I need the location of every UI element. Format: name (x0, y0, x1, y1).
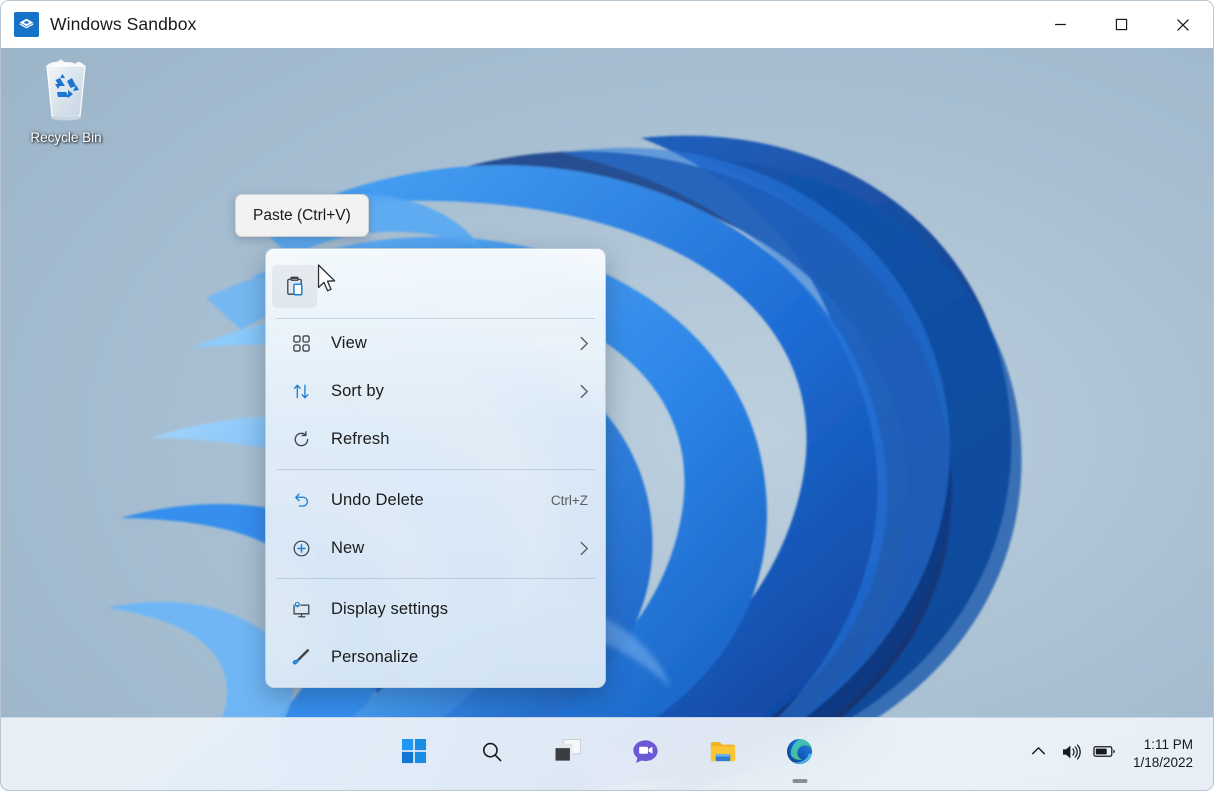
context-menu-item-label: Display settings (331, 600, 448, 619)
clock-time: 1:11 PM (1144, 736, 1193, 754)
wallpaper (1, 48, 1213, 790)
taskbar-start-button[interactable] (393, 732, 437, 776)
windows-sandbox-window: Windows Sandbox (0, 0, 1214, 791)
context-menu-item-new[interactable]: New (266, 524, 605, 572)
context-menu-item-view[interactable]: View (266, 319, 605, 367)
brush-icon (287, 644, 315, 670)
chat-icon (632, 739, 659, 769)
desktop-icon-recycle-bin[interactable]: Recycle Bin (21, 54, 111, 145)
sort-icon (287, 378, 315, 404)
task-view-icon (555, 739, 582, 769)
minimize-button[interactable] (1030, 1, 1091, 48)
tooltip-text: Paste (Ctrl+V) (253, 207, 351, 225)
undo-icon (287, 487, 315, 513)
taskbar-search-button[interactable] (470, 732, 514, 776)
close-button[interactable] (1152, 1, 1213, 48)
battery-button[interactable] (1088, 731, 1121, 777)
context-menu-item-label: Undo Delete (331, 491, 424, 510)
context-menu-separator-1 (276, 469, 595, 470)
taskbar-file-explorer-button[interactable] (701, 732, 745, 776)
context-menu-item-label: View (331, 334, 367, 353)
volume-button[interactable] (1055, 731, 1088, 777)
context-menu-item-label: Sort by (331, 382, 384, 401)
recycle-bin-icon (35, 54, 97, 126)
system-tray: 1:11 PM 1/18/2022 (1022, 718, 1213, 790)
context-menu-item-accelerator: Ctrl+Z (551, 493, 592, 508)
context-menu-item-display-settings[interactable]: Display settings (266, 585, 605, 633)
chevron-up-icon (1031, 744, 1046, 764)
window-title: Windows Sandbox (50, 14, 196, 35)
grid-icon (287, 330, 315, 356)
chevron-right-icon (579, 541, 592, 556)
desktop-icon-label: Recycle Bin (30, 130, 101, 145)
taskbar: 1:11 PM 1/18/2022 (1, 717, 1213, 790)
context-menu-item-label: New (331, 539, 364, 558)
taskbar-task-view-button[interactable] (547, 732, 591, 776)
context-menu-item-personalize[interactable]: Personalize (266, 633, 605, 681)
taskbar-clock[interactable]: 1:11 PM 1/18/2022 (1121, 730, 1199, 778)
refresh-icon (287, 426, 315, 452)
window-frame: Windows Sandbox (0, 0, 1214, 791)
paste-tooltip: Paste (Ctrl+V) (235, 194, 369, 237)
taskbar-edge-button[interactable] (778, 732, 822, 776)
plus-icon (287, 535, 315, 561)
window-controls (1030, 1, 1213, 48)
display-icon (287, 596, 315, 622)
paste-button[interactable] (272, 265, 317, 308)
desktop-context-menu[interactable]: View Sort by (265, 248, 606, 688)
chevron-right-icon (579, 384, 592, 399)
titlebar-left: Windows Sandbox (1, 12, 196, 37)
sandbox-icon (14, 12, 39, 37)
context-menu-separator-2 (276, 578, 595, 579)
search-icon (480, 740, 504, 769)
edge-running-indicator (792, 779, 807, 783)
context-menu-item-refresh[interactable]: Refresh (266, 415, 605, 463)
context-menu-item-label: Refresh (331, 430, 389, 449)
clock-date: 1/18/2022 (1133, 754, 1193, 772)
context-menu-item-sort-by[interactable]: Sort by (266, 367, 605, 415)
chevron-right-icon (579, 336, 592, 351)
windows-logo-icon (402, 739, 427, 769)
taskbar-chat-button[interactable] (624, 732, 668, 776)
speaker-icon (1061, 743, 1081, 766)
desktop[interactable]: Recycle Bin Paste (Ctrl+V) (1, 48, 1213, 790)
battery-icon (1093, 744, 1116, 764)
context-menu-item-label: Personalize (331, 648, 418, 667)
show-hidden-icons-button[interactable] (1022, 731, 1055, 777)
maximize-button[interactable] (1091, 1, 1152, 48)
context-menu-item-undo-delete[interactable]: Undo Delete Ctrl+Z (266, 476, 605, 524)
edge-icon (786, 738, 813, 770)
context-menu-command-bar (266, 256, 605, 317)
folder-icon (709, 739, 737, 769)
titlebar[interactable]: Windows Sandbox (1, 1, 1213, 48)
